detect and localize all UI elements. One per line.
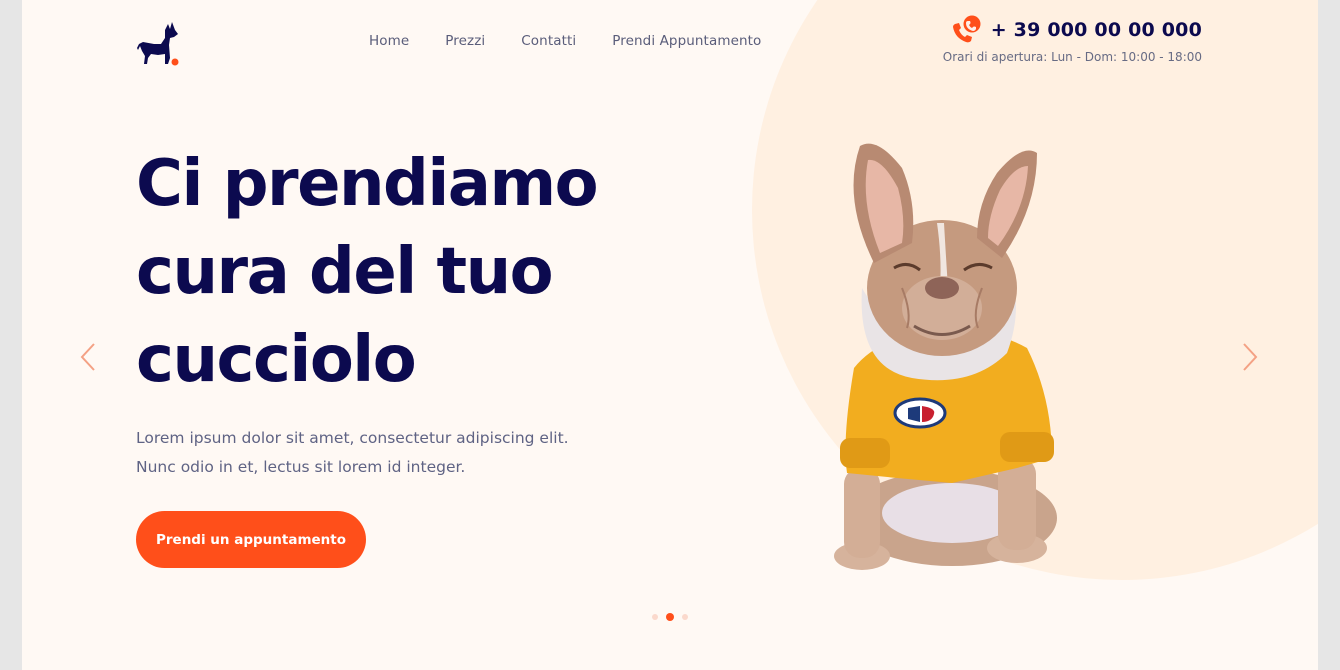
hero-description: Lorem ipsum dolor sit amet, consectetur … [136, 424, 656, 482]
phone-icon [952, 15, 981, 43]
hero-title: Ci prendiamo cura del tuo cucciolo [136, 140, 696, 404]
contact-info: + 39 000 00 00 000 Orari di apertura: Lu… [943, 14, 1202, 64]
hero-description-line: Lorem ipsum dolor sit amet, consectetur … [136, 429, 569, 447]
main-nav: Home Prezzi Contatti Prendi Appuntamento [369, 33, 797, 49]
slider-pagination [652, 613, 688, 621]
chevron-right-icon[interactable] [1240, 340, 1260, 374]
hero-title-line: cucciolo [136, 323, 417, 397]
hero-description-line: Nunc odio in et, lectus sit lorem id int… [136, 458, 466, 476]
nav-contatti[interactable]: Contatti [521, 33, 576, 49]
phone-number[interactable]: + 39 000 00 00 000 [991, 19, 1202, 41]
slider-dot[interactable] [652, 614, 658, 620]
book-appointment-button[interactable]: Prendi un appuntamento [136, 511, 366, 568]
phone-row[interactable]: + 39 000 00 00 000 [943, 14, 1202, 46]
dog-logo-icon[interactable] [134, 18, 186, 70]
landing-page: Home Prezzi Contatti Prendi Appuntamento… [22, 0, 1318, 670]
slider-dot[interactable] [682, 614, 688, 620]
hero-title-line: cura del tuo [136, 235, 554, 309]
dog-photo [834, 143, 1057, 570]
hero-title-line: Ci prendiamo [136, 147, 599, 221]
chevron-left-icon[interactable] [78, 340, 98, 374]
nav-prezzi[interactable]: Prezzi [445, 33, 485, 49]
slider-dot-active[interactable] [666, 613, 674, 621]
nav-prendi-appuntamento[interactable]: Prendi Appuntamento [612, 33, 761, 49]
nav-home[interactable]: Home [369, 33, 409, 49]
opening-hours: Orari di apertura: Lun - Dom: 10:00 - 18… [942, 50, 1202, 64]
